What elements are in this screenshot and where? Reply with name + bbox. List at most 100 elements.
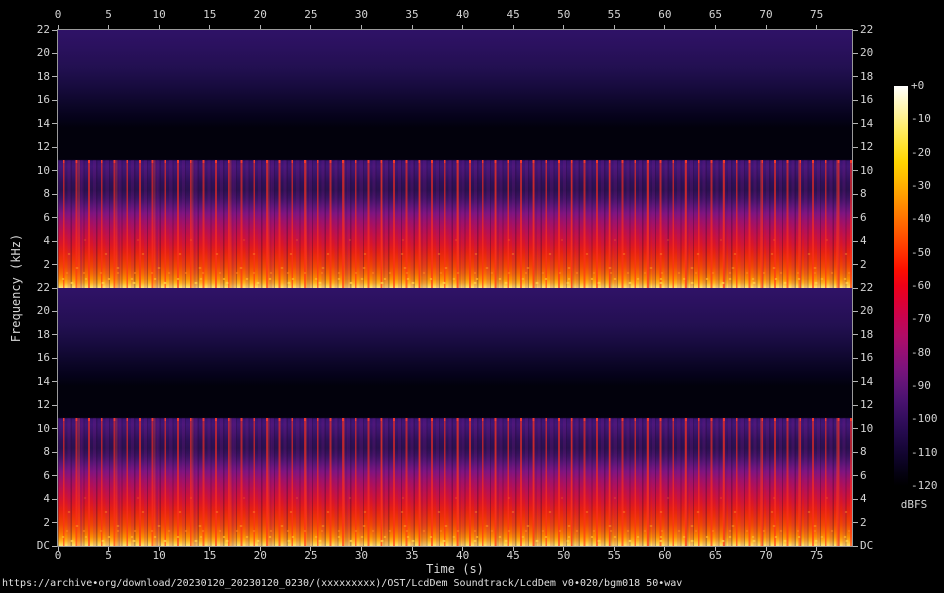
time-tick: [108, 25, 109, 29]
time-tick: [664, 25, 665, 29]
time-tick-label: 70: [748, 549, 784, 563]
freq-tick-label: 14: [860, 375, 894, 389]
freq-tick: [853, 358, 858, 359]
freq-tick: [52, 288, 57, 289]
freq-tick: [853, 475, 858, 476]
colorbar-tick-label: -110: [911, 446, 944, 460]
freq-tick: [52, 264, 57, 265]
spectrogram-channel-1: [58, 30, 852, 288]
freq-tick-label: 10: [860, 422, 894, 436]
time-tick: [462, 25, 463, 29]
freq-tick: [52, 522, 57, 523]
freq-tick-label: 22: [18, 281, 50, 295]
freq-tick: [853, 147, 858, 148]
time-tick-label: 15: [192, 549, 228, 563]
time-tick: [412, 25, 413, 29]
colorbar-tick-label: -100: [911, 412, 944, 426]
time-tick-label: 60: [647, 549, 683, 563]
freq-tick: [853, 522, 858, 523]
freq-tick: [52, 546, 57, 547]
freq-tick: [52, 217, 57, 218]
freq-tick-label: 12: [860, 398, 894, 412]
time-tick-label: 35: [394, 549, 430, 563]
time-tick: [766, 25, 767, 29]
freq-tick: [52, 30, 57, 31]
freq-tick-label: 4: [18, 492, 50, 506]
time-tick-label: 35: [394, 8, 430, 22]
freq-tick: [52, 405, 57, 406]
colorbar-unit-label: dBFS: [890, 498, 938, 511]
freq-tick-label: 2: [18, 516, 50, 530]
time-tick: [260, 25, 261, 29]
time-tick-label: 10: [141, 8, 177, 22]
freq-tick: [52, 311, 57, 312]
freq-tick: [853, 170, 858, 171]
time-tick: [159, 25, 160, 29]
freq-tick-label: 12: [860, 140, 894, 154]
freq-tick: [853, 123, 858, 124]
freq-tick-label: 22: [860, 23, 894, 37]
freq-tick: [52, 241, 57, 242]
freq-tick-label: 4: [18, 234, 50, 248]
time-tick: [614, 25, 615, 29]
freq-tick-label: 22: [18, 23, 50, 37]
freq-tick-label: 8: [18, 187, 50, 201]
freq-tick: [853, 194, 858, 195]
freq-tick-label: 16: [860, 351, 894, 365]
freq-tick: [853, 334, 858, 335]
time-tick-label: 20: [242, 549, 278, 563]
freq-tick-label: 6: [860, 469, 894, 483]
time-tick: [715, 25, 716, 29]
time-tick-label: 10: [141, 549, 177, 563]
time-tick: [816, 25, 817, 29]
freq-tick: [52, 475, 57, 476]
freq-tick: [52, 381, 57, 382]
freq-tick-label: DC: [18, 539, 50, 553]
freq-tick: [52, 499, 57, 500]
freq-tick: [52, 123, 57, 124]
freq-tick-label: 2: [860, 516, 894, 530]
freq-tick: [853, 499, 858, 500]
freq-tick: [52, 147, 57, 148]
colorbar-tick-label: -120: [911, 479, 944, 493]
time-tick: [310, 25, 311, 29]
time-tick-label: 65: [697, 549, 733, 563]
time-tick-label: 25: [293, 8, 329, 22]
freq-tick-label: 12: [18, 140, 50, 154]
freq-tick: [853, 53, 858, 54]
freq-tick-label: 14: [18, 117, 50, 131]
freq-tick-label: DC: [860, 539, 894, 553]
freq-tick-label: 16: [18, 351, 50, 365]
time-tick-label: 0: [40, 8, 76, 22]
time-tick-label: 30: [343, 549, 379, 563]
colorbar: [894, 86, 908, 486]
colorbar-tick-label: -90: [911, 379, 944, 393]
freq-tick: [52, 428, 57, 429]
freq-tick-label: 8: [860, 445, 894, 459]
time-tick-label: 45: [495, 8, 531, 22]
time-tick-label: 5: [91, 8, 127, 22]
freq-tick: [52, 358, 57, 359]
freq-tick-label: 20: [18, 304, 50, 318]
freq-tick-label: 8: [860, 187, 894, 201]
freq-tick: [52, 76, 57, 77]
freq-tick: [52, 53, 57, 54]
colorbar-tick-label: -80: [911, 346, 944, 360]
time-tick: [58, 25, 59, 29]
freq-tick-label: 10: [18, 422, 50, 436]
colorbar-tick-label: -10: [911, 112, 944, 126]
freq-tick: [853, 264, 858, 265]
freq-tick-label: 18: [860, 70, 894, 84]
freq-tick-label: 16: [18, 93, 50, 107]
colorbar-tick-label: -70: [911, 312, 944, 326]
time-tick-label: 15: [192, 8, 228, 22]
time-tick-label: 5: [91, 549, 127, 563]
freq-tick: [52, 100, 57, 101]
freq-tick-label: 18: [18, 328, 50, 342]
time-tick-label: 30: [343, 8, 379, 22]
time-tick: [209, 25, 210, 29]
freq-tick: [52, 194, 57, 195]
time-axis-label: Time (s): [58, 562, 852, 576]
colorbar-tick-label: -20: [911, 146, 944, 160]
time-tick-label: 25: [293, 549, 329, 563]
